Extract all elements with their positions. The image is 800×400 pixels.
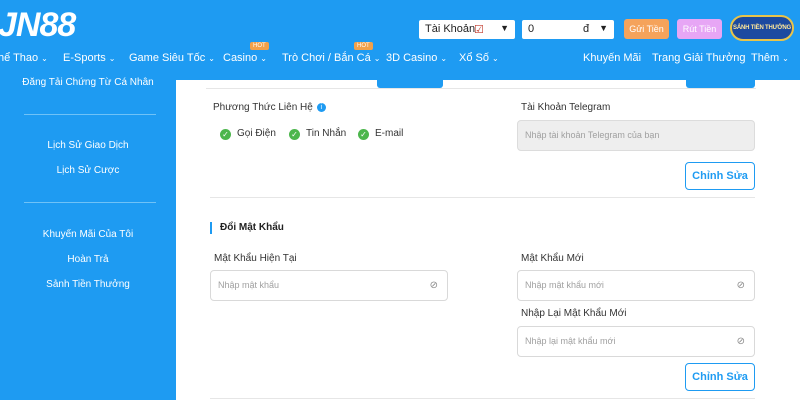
divider <box>210 398 755 399</box>
eye-slash-icon[interactable]: ⊘ <box>737 336 745 347</box>
nav-item-more[interactable]: Thêm ⌄ <box>751 52 789 64</box>
contact-method-label: Phương Thức Liên Hệ i <box>213 102 326 113</box>
nav-label: Trò Chơi / Bắn Cá <box>282 52 371 64</box>
sidebar-item-transaction-history[interactable]: Lịch Sử Giao Dịch <box>0 140 176 151</box>
new-password-placeholder: Nhập mật khẩu mới <box>525 280 604 290</box>
chevron-down-icon: ⌄ <box>108 54 116 63</box>
sidebar-divider <box>24 114 156 115</box>
contact-option-sms[interactable]: ✓ Tin Nhắn <box>289 128 346 140</box>
contact-option-label: Tin Nhắn <box>306 128 347 139</box>
hot-badge: HOT <box>354 42 373 50</box>
hot-badge: HOT <box>250 42 269 50</box>
new-password-label: Mật Khẩu Mới <box>521 253 584 264</box>
sidebar-item-my-promotions[interactable]: Khuyến Mãi Của Tôi <box>0 229 176 240</box>
chevron-down-icon: ⌄ <box>373 54 381 63</box>
confirm-password-input[interactable]: Nhập lại mật khẩu mới ⊘ <box>517 326 755 357</box>
chevron-down-icon: ▼ <box>500 23 509 33</box>
new-password-input[interactable]: Nhập mật khẩu mới ⊘ <box>517 270 755 301</box>
sidebar-divider <box>24 202 156 203</box>
account-dropdown[interactable]: Tài Khoản ☑ ▼ <box>419 20 515 39</box>
nav-item-sports[interactable]: hể Thao ⌄ <box>0 52 48 64</box>
balance-value: 0 <box>528 23 535 35</box>
sidebar-item-bet-history[interactable]: Lịch Sử Cược <box>0 165 176 176</box>
field-edge <box>377 74 443 88</box>
chevron-down-icon: ⌄ <box>440 54 448 63</box>
confirm-password-placeholder: Nhập lại mật khẩu mới <box>525 336 616 346</box>
sidebar-item-bonus-hall[interactable]: Sảnh Tiền Thưởng <box>0 279 176 290</box>
chevron-down-icon: ⌄ <box>782 54 789 63</box>
divider <box>210 197 755 198</box>
contact-option-call[interactable]: ✓ Gọi Điện <box>220 128 276 140</box>
nav-item-lottery[interactable]: Xổ Số ⌄ <box>459 52 499 64</box>
current-password-placeholder: Nhập mật khẩu <box>218 280 280 290</box>
nav-label: E-Sports <box>63 52 106 64</box>
sidebar-item-upload-documents[interactable]: Đăng Tải Chứng Từ Cá Nhân <box>0 77 176 88</box>
nav-label: Xổ Số <box>459 52 489 64</box>
contact-option-label: E-mail <box>375 128 404 139</box>
chevron-down-icon: ⌄ <box>208 54 215 63</box>
header-bar: JN88 Tài Khoản ☑ ▼ 0 đ ▼ Gửi Tiền Rút Ti… <box>0 0 800 80</box>
nav-label: hể Thao <box>0 52 39 64</box>
divider <box>206 88 756 89</box>
confirm-password-label: Nhập Lại Mật Khẩu Mới <box>521 308 627 319</box>
contact-method-text: Phương Thức Liên Hệ <box>213 102 313 113</box>
nav-item-rewards-page[interactable]: Trang Giải Thưởng <box>652 52 745 64</box>
nav-label: Game Siêu Tốc <box>129 52 206 64</box>
current-password-label: Mật Khẩu Hiện Tại <box>214 253 297 264</box>
nav-label: Casino <box>223 52 258 64</box>
site-logo[interactable]: JN88 <box>0 6 76 45</box>
check-icon: ✓ <box>289 129 300 140</box>
nav-item-3d-casino[interactable]: 3D Casino ⌄ <box>386 52 447 64</box>
check-icon: ✓ <box>220 129 231 140</box>
edit-icon: ☑ <box>474 24 484 36</box>
telegram-label: Tài Khoản Telegram <box>521 102 611 113</box>
nav-item-fast-games[interactable]: Game Siêu Tốc ⌄ <box>129 52 215 64</box>
nav-item-casino[interactable]: HOT Casino ⌄ <box>223 42 269 64</box>
nav-label: Thêm <box>751 52 780 64</box>
nav-item-games-fishing[interactable]: HOT Trò Chơi / Bắn Cá ⌄ <box>282 42 381 64</box>
current-password-input[interactable]: Nhập mật khẩu ⊘ <box>210 270 448 301</box>
currency-symbol: đ <box>583 23 590 35</box>
deposit-button[interactable]: Gửi Tiền <box>624 19 669 39</box>
chevron-down-icon: ▼ <box>599 23 608 33</box>
nav-label: 3D Casino <box>386 52 438 64</box>
eye-slash-icon[interactable]: ⊘ <box>737 280 745 291</box>
telegram-input[interactable]: Nhập tài khoản Telegram của bạn <box>517 120 755 151</box>
account-dropdown-label: Tài Khoản <box>425 23 476 35</box>
chevron-down-icon: ⌄ <box>491 54 499 63</box>
account-sidebar: Đăng Tải Chứng Từ Cá Nhân Lịch Sử Giao D… <box>0 77 176 400</box>
bonus-hall-badge[interactable]: SẢNH TIỀN THƯỞNG <box>730 15 794 41</box>
field-edge <box>686 74 755 88</box>
chevron-down-icon: ⌄ <box>41 54 48 63</box>
chevron-down-icon: ⌄ <box>260 54 267 63</box>
check-icon: ✓ <box>358 129 369 140</box>
edit-password-button[interactable]: Chỉnh Sửa <box>685 363 755 391</box>
edit-contact-button[interactable]: Chỉnh Sửa <box>685 162 755 190</box>
withdraw-button[interactable]: Rút Tiền <box>677 19 722 39</box>
change-password-title: Đổi Mật Khẩu <box>210 222 284 234</box>
account-settings-panel: Phương Thức Liên Hệ i ✓ Gọi Điện ✓ Tin Nhắn… <box>176 74 800 400</box>
eye-slash-icon[interactable]: ⊘ <box>430 280 438 291</box>
sidebar-item-rebate[interactable]: Hoàn Trả <box>0 254 176 265</box>
nav-item-esports[interactable]: E-Sports ⌄ <box>63 52 116 64</box>
balance-dropdown[interactable]: 0 đ ▼ <box>522 20 614 39</box>
info-icon[interactable]: i <box>316 103 326 112</box>
contact-option-email[interactable]: ✓ E-mail <box>358 128 403 140</box>
contact-option-label: Gọi Điện <box>237 128 276 139</box>
nav-item-promotions[interactable]: Khuyến Mãi <box>583 52 641 64</box>
